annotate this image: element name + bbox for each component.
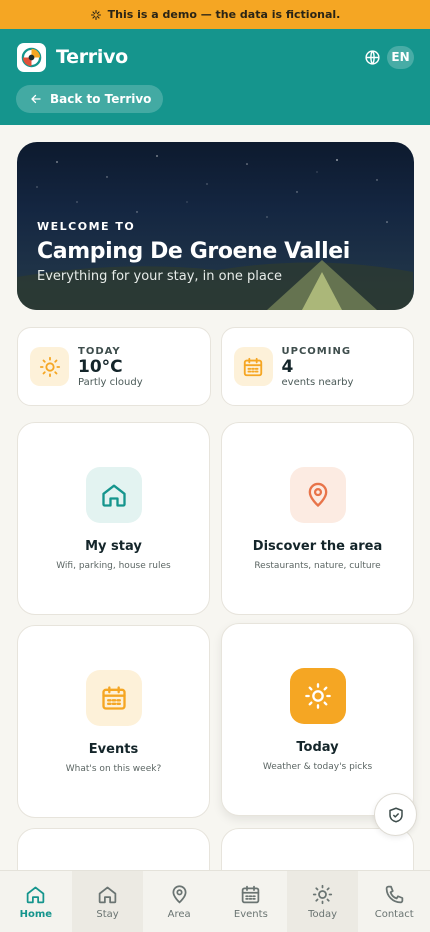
calendar-icon	[101, 685, 126, 710]
upcoming-events-card[interactable]: UPCOMING 4 events nearby	[220, 327, 414, 406]
tab-label: Contact	[374, 908, 414, 920]
temperature-value: 10°C	[78, 356, 123, 377]
tile-today[interactable]: Today Weather & today's picks	[221, 623, 414, 816]
calendar-icon	[243, 357, 263, 376]
tile-title: Events	[88, 741, 139, 757]
tab-area[interactable]: Area	[143, 871, 215, 932]
tile-subtitle: Restaurants, nature, culture	[254, 560, 381, 571]
brand[interactable]: Terrivo	[17, 42, 128, 72]
tile-subtitle: What's on this week?	[65, 763, 162, 774]
home-icon	[27, 886, 45, 903]
hero-title: Camping De Groene Vallei	[37, 239, 350, 264]
privacy-shield-button[interactable]	[374, 793, 417, 836]
tab-home[interactable]: Home	[0, 871, 72, 932]
bottom-tab-bar: Home Stay Area Events Today Contact	[0, 870, 430, 932]
tab-label: Area	[167, 908, 191, 920]
tab-label: Home	[19, 908, 53, 920]
tab-events[interactable]: Events	[215, 871, 287, 932]
tile-events[interactable]: Events What's on this week?	[17, 625, 210, 818]
shield-check-icon	[388, 807, 403, 822]
app-header: Terrivo EN Back to Terrivo	[0, 29, 430, 125]
tab-label: Today	[308, 908, 337, 920]
arrow-left-icon	[31, 94, 41, 104]
events-caption: events nearby	[281, 376, 354, 388]
welcome-hero: WELCOME TO Camping De Groene Vallei Ever…	[17, 142, 414, 310]
tile-my-stay[interactable]: My stay Wifi, parking, house rules	[17, 422, 210, 615]
sun-icon	[312, 884, 333, 904]
demo-banner: This is a demo — the data is fictional.	[0, 0, 430, 29]
tile-subtitle: Weather & today's picks	[262, 761, 373, 772]
today-weather-card[interactable]: TODAY 10°C Partly cloudy	[17, 327, 211, 406]
tab-stay[interactable]: Stay	[71, 871, 144, 932]
map-pin-icon	[308, 482, 327, 507]
demo-banner-text: This is a demo — the data is fictional.	[107, 8, 341, 21]
back-button-label: Back to Terrivo	[50, 92, 152, 106]
home-icon	[98, 886, 117, 903]
tab-label: Stay	[96, 908, 119, 920]
calendar-icon	[242, 885, 260, 903]
terrivo-logo	[17, 42, 46, 72]
back-button[interactable]: Back to Terrivo	[16, 85, 164, 113]
tile-discover-area[interactable]: Discover the area Restaurants, nature, c…	[221, 422, 414, 615]
tile-title: Today	[296, 739, 339, 755]
tile-title: My stay	[85, 538, 142, 554]
phone-icon	[385, 885, 403, 903]
tile-title: Discover the area	[252, 538, 383, 554]
sun-icon	[304, 682, 331, 709]
language-button[interactable]: EN	[387, 45, 414, 69]
home-icon	[101, 484, 126, 507]
map-pin-icon	[172, 884, 187, 904]
tile-subtitle: Wifi, parking, house rules	[56, 560, 171, 571]
tab-label: Events	[233, 908, 268, 920]
weather-condition: Partly cloudy	[78, 376, 143, 388]
tab-contact[interactable]: Contact	[358, 871, 430, 932]
tab-today[interactable]: Today	[286, 871, 359, 932]
stat-label: UPCOMING	[281, 345, 352, 357]
events-count: 4	[281, 356, 294, 377]
sparkle-icon	[90, 9, 101, 20]
hero-subtitle: Everything for your stay, in one place	[37, 269, 282, 284]
sun-icon	[39, 356, 60, 377]
stat-label: TODAY	[78, 345, 121, 357]
hero-kicker: WELCOME TO	[37, 220, 136, 233]
brand-name: Terrivo	[56, 46, 128, 68]
globe-icon[interactable]	[364, 49, 381, 66]
